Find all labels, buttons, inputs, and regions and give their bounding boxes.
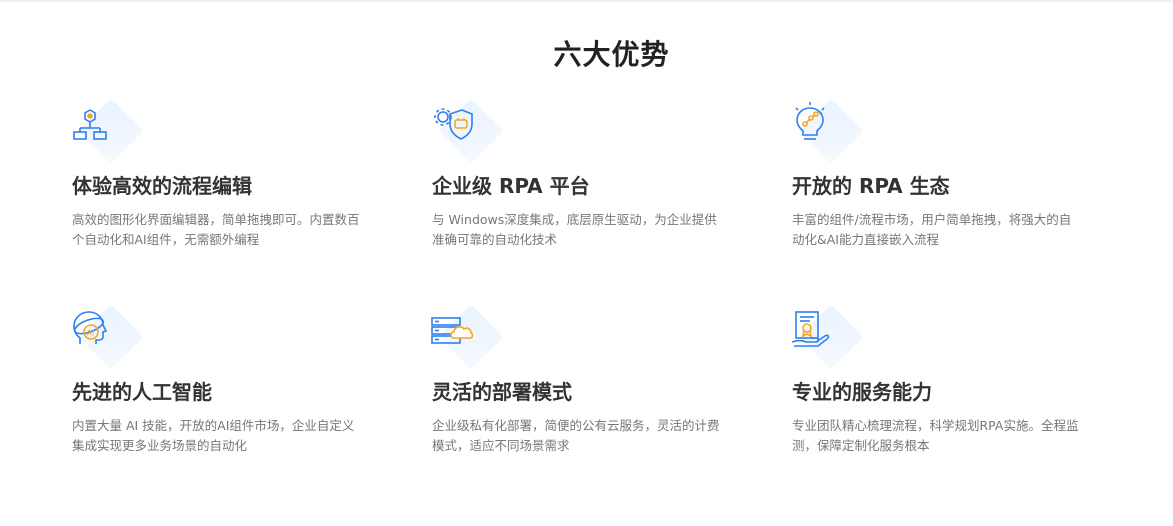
top-divider bbox=[0, 0, 1173, 2]
feature-icon-wrap bbox=[431, 304, 522, 370]
feature-card-ai: AI 先进的人工智能 内置大量 AI 技能，开放的AI组件市场，企业自定义集成实… bbox=[72, 304, 372, 453]
feature-card-service: 专业的服务能力 专业团队精心梳理流程，科学规划RPA实施。全程监测，保障定制化服… bbox=[791, 304, 1092, 453]
feature-title: 灵活的部署模式 bbox=[432, 380, 572, 404]
svg-text:AI: AI bbox=[87, 329, 95, 338]
ai-head-icon: AI bbox=[73, 311, 108, 344]
feature-card-deployment: 灵活的部署模式 企业级私有化部署，简便的公有云服务，灵活的计费模式，适应不同场景… bbox=[431, 304, 732, 453]
feature-title: 企业级 RPA 平台 bbox=[432, 174, 590, 198]
feature-title: 先进的人工智能 bbox=[72, 380, 212, 404]
feature-description: 内置大量 AI 技能，开放的AI组件市场，企业自定义集成实现更多业务场景的自动化 bbox=[72, 418, 355, 453]
feature-title: 体验高效的流程编辑 bbox=[72, 174, 252, 198]
feature-description: 丰富的组件/流程市场，用户简单拖拽，将强大的自动化&AI能力直接嵌入流程 bbox=[792, 212, 1072, 247]
feature-description: 企业级私有化部署，简便的公有云服务，灵活的计费模式，适应不同场景需求 bbox=[432, 418, 720, 453]
certificate-hand-icon bbox=[791, 311, 830, 347]
shield-gear-icon bbox=[434, 108, 473, 140]
feature-card-enterprise-rpa: 企业级 RPA 平台 与 Windows深度集成，底层原生驱动，为企业提供准确可… bbox=[432, 98, 732, 247]
feature-title: 开放的 RPA 生态 bbox=[792, 174, 950, 198]
feature-icon-wrap: AI bbox=[72, 304, 162, 370]
feature-description: 专业团队精心梳理流程，科学规划RPA实施。全程监测，保障定制化服务根本 bbox=[792, 418, 1079, 453]
section-title: 六大优势 bbox=[553, 37, 670, 71]
feature-description: 高效的图形化界面编辑器，简单拖拽即可。内置数百个自动化和AI组件，无需额外编程 bbox=[72, 212, 360, 247]
feature-card-open-ecosystem: 开放的 RPA 生态 丰富的组件/流程市场，用户简单拖拽，将强大的自动化&AI能… bbox=[792, 98, 1092, 247]
feature-icon-wrap bbox=[432, 98, 522, 164]
server-cloud-icon bbox=[431, 317, 474, 344]
feature-icon-wrap bbox=[792, 98, 882, 164]
feature-icon-wrap bbox=[72, 98, 162, 164]
feature-description: 与 Windows深度集成，底层原生驱动，为企业提供准确可靠的自动化技术 bbox=[432, 212, 717, 247]
feature-icon-wrap bbox=[791, 304, 882, 370]
feature-title: 专业的服务能力 bbox=[792, 380, 932, 404]
lightbulb-network-icon bbox=[795, 102, 825, 140]
flowchart-icon bbox=[73, 109, 107, 140]
feature-card-flow-editing: 体验高效的流程编辑 高效的图形化界面编辑器，简单拖拽即可。内置数百个自动化和AI… bbox=[72, 98, 372, 247]
